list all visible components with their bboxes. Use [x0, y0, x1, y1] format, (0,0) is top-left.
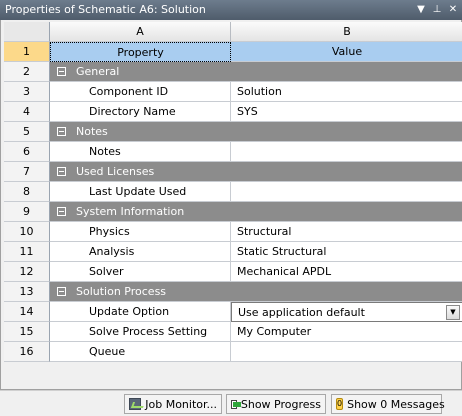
row-number[interactable]: 4: [4, 102, 50, 122]
pin-icon[interactable]: ⊥: [432, 0, 442, 20]
property-name[interactable]: Physics: [50, 222, 231, 242]
table-row[interactable]: 16 Queue: [4, 342, 462, 362]
table-row[interactable]: 6 Notes: [4, 142, 462, 162]
section-label: General: [76, 64, 120, 78]
properties-panel: A B 1 Property Value 2 General 3 Compone…: [0, 20, 462, 390]
table-row[interactable]: 12 Solver Mechanical APDL: [4, 262, 462, 282]
property-value[interactable]: SYS: [231, 102, 462, 122]
section-row-system-information[interactable]: 9 System Information: [4, 202, 462, 222]
section-row-notes[interactable]: 5 Notes: [4, 122, 462, 142]
show-progress-button[interactable]: Show Progress: [226, 394, 326, 414]
row-number[interactable]: 6: [4, 142, 50, 162]
property-value[interactable]: My Computer: [231, 322, 462, 342]
property-name[interactable]: Solver: [50, 262, 231, 282]
section-label: System Information: [76, 204, 185, 218]
row-number[interactable]: 15: [4, 322, 50, 342]
row-number[interactable]: 14: [4, 302, 50, 322]
collapse-icon[interactable]: [57, 127, 66, 136]
row-number[interactable]: 5: [4, 122, 50, 142]
chevron-down-icon[interactable]: ▼: [416, 0, 426, 20]
chevron-down-icon: ▼: [450, 308, 456, 316]
section-row-solution-process[interactable]: 13 Solution Process: [4, 282, 462, 302]
show-messages-label: Show 0 Messages: [347, 397, 445, 411]
property-name[interactable]: Queue: [50, 342, 231, 362]
table-row[interactable]: 4 Directory Name SYS: [4, 102, 462, 122]
row-number[interactable]: 1: [4, 42, 50, 62]
select-value: Use application default: [238, 306, 365, 319]
dropdown-button[interactable]: ▼: [446, 305, 460, 320]
table-row[interactable]: 14 Update Option Use application default…: [4, 302, 462, 322]
section-row-used-licenses[interactable]: 7 Used Licenses: [4, 162, 462, 182]
collapse-icon[interactable]: [57, 287, 66, 296]
table-row[interactable]: 8 Last Update Used Licenses: [4, 182, 462, 218]
section-label: Used Licenses: [76, 164, 155, 178]
property-value[interactable]: Static Structural: [231, 242, 462, 262]
table-row[interactable]: 1 Property Value: [4, 42, 462, 62]
property-name[interactable]: Update Option: [50, 302, 231, 322]
row-number[interactable]: 10: [4, 222, 50, 242]
monitor-icon: [129, 398, 142, 410]
title-controls: ▼ ⊥ ✕: [416, 0, 458, 20]
table-row[interactable]: 15 Solve Process Setting My Computer: [4, 322, 462, 342]
property-name[interactable]: Notes: [50, 142, 231, 162]
row-number[interactable]: 8: [4, 182, 50, 202]
section-label: Notes: [76, 124, 108, 138]
property-value[interactable]: Structural: [231, 222, 462, 242]
property-name[interactable]: Last Update Used Licenses: [50, 182, 231, 218]
row-number[interactable]: 16: [4, 342, 50, 362]
properties-title-bar: Properties of Schematic A6: Solution ▼ ⊥…: [0, 0, 462, 20]
table-row[interactable]: 11 Analysis Static Structural: [4, 242, 462, 262]
properties-grid: A B 1 Property Value 2 General 3 Compone…: [4, 22, 462, 362]
property-value[interactable]: [231, 142, 462, 162]
property-name[interactable]: Analysis: [50, 242, 231, 262]
progress-icon: [231, 399, 241, 409]
column-header-row: A B: [4, 22, 462, 42]
row-number[interactable]: 2: [4, 62, 50, 82]
table-row[interactable]: 10 Physics Structural: [4, 222, 462, 242]
row-number[interactable]: 11: [4, 242, 50, 262]
row-number[interactable]: 3: [4, 82, 50, 102]
property-name[interactable]: Solve Process Setting: [50, 322, 231, 342]
property-value[interactable]: Mechanical APDL: [231, 262, 462, 282]
property-value[interactable]: [231, 182, 462, 202]
collapse-icon[interactable]: [57, 207, 66, 216]
property-column-header[interactable]: Property: [50, 42, 231, 62]
row-number[interactable]: 7: [4, 162, 50, 182]
job-monitor-label: Job Monitor...: [145, 397, 217, 411]
job-monitor-button[interactable]: Job Monitor...: [124, 394, 222, 414]
property-name[interactable]: Directory Name: [50, 102, 231, 122]
row-number[interactable]: 9: [4, 202, 50, 222]
corner-cell: [4, 22, 50, 42]
value-column-header[interactable]: Value: [231, 42, 462, 62]
collapse-icon[interactable]: [57, 67, 66, 76]
message-icon: 0: [336, 398, 344, 410]
window-title: Properties of Schematic A6: Solution: [5, 3, 206, 16]
update-option-select[interactable]: Use application default ▼: [231, 302, 462, 322]
column-header-a[interactable]: A: [50, 22, 231, 42]
table-row[interactable]: 3 Component ID Solution: [4, 82, 462, 102]
collapse-icon[interactable]: [57, 167, 66, 176]
property-name[interactable]: Component ID: [50, 82, 231, 102]
column-header-b[interactable]: B: [231, 22, 462, 42]
property-value[interactable]: Solution: [231, 82, 462, 102]
section-label: Solution Process: [76, 284, 167, 298]
property-value[interactable]: [231, 342, 462, 362]
show-progress-label: Show Progress: [240, 397, 321, 411]
status-bar: Job Monitor... Show Progress 0 Show 0 Me…: [0, 390, 462, 416]
show-messages-button[interactable]: 0 Show 0 Messages: [331, 394, 445, 414]
close-icon[interactable]: ✕: [448, 0, 458, 20]
row-number[interactable]: 13: [4, 282, 50, 302]
section-row-general[interactable]: 2 General: [4, 62, 462, 82]
row-number[interactable]: 12: [4, 262, 50, 282]
